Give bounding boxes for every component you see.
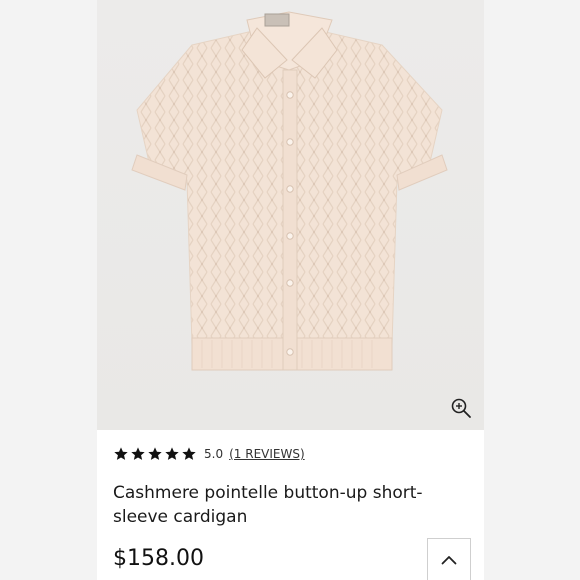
product-info: 5.0 (1 REVIEWS) Cashmere pointelle butto… (113, 444, 473, 529)
right-margin-panel (484, 0, 580, 580)
star-rating (113, 446, 197, 462)
zoom-button[interactable] (447, 394, 475, 422)
product-card: 5.0 (1 REVIEWS) Cashmere pointelle butto… (97, 0, 484, 580)
star-icon (182, 447, 196, 460)
product-image[interactable] (97, 0, 484, 430)
scroll-to-top-button[interactable] (427, 538, 471, 580)
left-margin-panel (0, 0, 97, 580)
chevron-up-icon (441, 556, 457, 565)
rating-value: 5.0 (204, 447, 224, 461)
product-price: $158.00 (113, 546, 204, 571)
star-icon (114, 447, 128, 460)
product-title: Cashmere pointelle button-up short-sleev… (113, 483, 423, 527)
star-icon (165, 447, 179, 460)
reviews-link[interactable]: (1 REVIEWS) (229, 447, 305, 461)
star-icon (148, 447, 162, 460)
star-icon (131, 447, 145, 460)
rating-row: 5.0 (1 REVIEWS) (113, 444, 473, 464)
cardigan-illustration (131, 11, 448, 371)
zoom-in-icon (451, 398, 471, 418)
